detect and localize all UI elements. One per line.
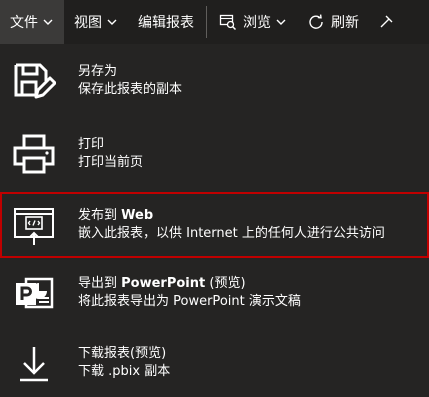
menu-item-title: 导出到 PowerPoint (预览)	[78, 275, 301, 293]
menu-item-title: 下载报表(预览)	[78, 345, 167, 361]
menu-item-title: 发布到 Web	[78, 207, 385, 225]
refresh-label: 刷新	[331, 15, 359, 31]
menu-item-export-powerpoint[interactable]: 导出到 PowerPoint (预览) 将此报表导出为 PowerPoint 演…	[0, 258, 429, 328]
menu-item-description: 嵌入此报表，以供 Internet 上的任何人进行公共访问	[78, 226, 385, 241]
menu-item-save-as[interactable]: 另存为 保存此报表的副本	[0, 44, 429, 118]
menu-item-title-bold: Web	[121, 208, 154, 223]
menu-item-description: 将此报表导出为 PowerPoint 演示文稿	[78, 294, 301, 309]
menu-item-title: 打印	[78, 137, 105, 152]
menu-item-description: 保存此报表的副本	[78, 82, 183, 97]
refresh-icon	[309, 14, 323, 29]
menu-item-title: 另存为	[78, 64, 118, 79]
publish-web-icon	[14, 208, 54, 245]
menu-item-text: 导出到 PowerPoint (预览) 将此报表导出为 PowerPoint 演…	[78, 275, 301, 311]
chevron-down-icon	[107, 19, 117, 25]
view-menu-label: 视图	[74, 15, 102, 31]
file-menu-label: 文件	[10, 15, 38, 31]
menu-item-description: 下载 .pbix 副本	[78, 363, 171, 379]
refresh-button[interactable]: 刷新	[297, 0, 369, 44]
edit-report-button[interactable]: 编辑报表	[128, 0, 204, 44]
menu-item-text: 下载报表(预览) 下载 .pbix 副本	[78, 345, 170, 381]
menu-item-text: 发布到 Web 嵌入此报表，以供 Internet 上的任何人进行公共访问	[78, 207, 385, 243]
menu-item-publish-to-web[interactable]: 发布到 Web 嵌入此报表，以供 Internet 上的任何人进行公共访问	[0, 192, 429, 258]
browse-menu-button[interactable]: 浏览	[209, 0, 297, 44]
file-dropdown-menu: 另存为 保存此报表的副本 打印 打印当前页 发布到 Web 嵌入此报表，以供 I	[0, 44, 429, 397]
chevron-down-icon	[43, 19, 53, 25]
menu-item-title-suffix: (预览)	[205, 276, 246, 291]
menu-item-title-bold: PowerPoint	[121, 276, 206, 291]
powerpoint-icon	[16, 277, 54, 309]
chevron-down-icon	[276, 19, 286, 25]
menu-item-download-report[interactable]: 下载报表(预览) 下载 .pbix 副本	[0, 328, 429, 397]
browse-icon	[219, 14, 237, 31]
more-toolbar-button[interactable]	[369, 0, 401, 44]
menu-item-title-prefix: 发布到	[78, 208, 122, 223]
toolbar-divider	[206, 6, 207, 38]
file-menu-button[interactable]: 文件	[0, 0, 64, 44]
pin-icon	[380, 15, 393, 28]
menu-item-print[interactable]: 打印 打印当前页	[0, 118, 429, 190]
menu-item-text: 另存为 保存此报表的副本	[78, 63, 182, 99]
view-menu-button[interactable]: 视图	[64, 0, 128, 44]
menu-item-description: 打印当前页	[78, 155, 144, 170]
download-icon	[20, 346, 48, 381]
menu-item-text: 打印 打印当前页	[78, 136, 143, 172]
save-as-icon	[14, 63, 56, 99]
menu-item-title-prefix: 导出到	[78, 276, 122, 291]
edit-report-label: 编辑报表	[138, 15, 194, 31]
top-toolbar: 文件 视图 编辑报表 浏览 刷新	[0, 0, 429, 44]
browse-menu-label: 浏览	[243, 15, 271, 31]
printer-icon	[13, 134, 55, 174]
